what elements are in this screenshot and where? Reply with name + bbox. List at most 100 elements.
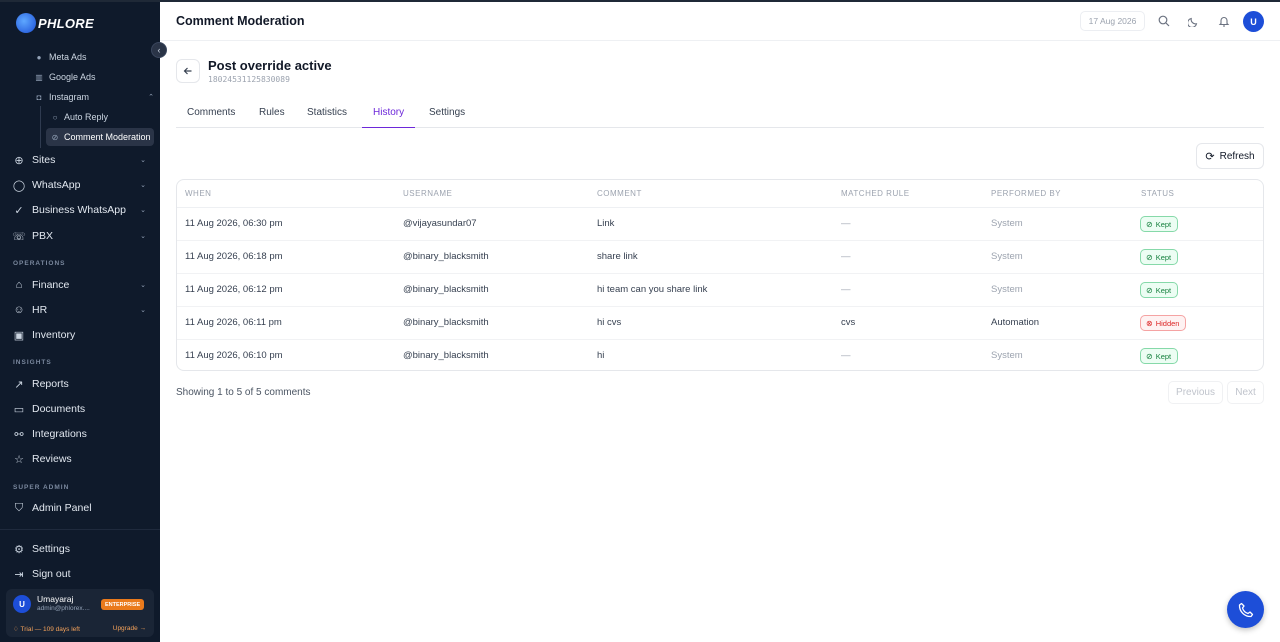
cell-performed-by: System [991,284,1023,295]
back-button[interactable] [176,59,200,83]
call-button[interactable] [1227,591,1264,628]
status-badge-label: Kept [1155,219,1172,229]
sidebar-item-label: Sign out [32,568,71,580]
sidebar-item-sign-out[interactable]: ⇥ Sign out [12,564,148,584]
status-badge: ⊘ Kept [1140,249,1179,265]
trend-icon: ↗ [14,378,24,391]
sidebar-item-reviews[interactable]: ☆ Reviews [12,449,148,469]
sidebar-item-whatsapp[interactable]: ◯ WhatsApp ⌄ [12,175,148,195]
cell-comment: hi [597,350,605,361]
sidebar-item-business-whatsapp[interactable]: ✓ Business WhatsApp ⌄ [12,200,148,220]
brand-name: PHLORE [38,15,94,31]
sidebar-item-meta-ads[interactable]: ● Meta Ads [34,48,87,66]
sidebar-item-label: Meta Ads [49,52,87,62]
cell-comment: hi cvs [597,317,622,328]
tab-statistics[interactable]: Statistics [296,107,358,128]
globe-icon: ⊕ [14,154,24,167]
previous-button[interactable]: Previous [1168,381,1223,404]
sidebar-item-finance[interactable]: ⌂ Finance ⌄ [12,275,148,295]
instagram-icon: ◘ [36,92,42,102]
cell-performed-by: Automation [991,317,1040,328]
table-row[interactable]: 11 Aug 2026, 06:10 pm @binary_blacksmith… [177,340,1263,370]
sidebar-item-sites[interactable]: ⊕ Sites ⌄ [12,150,148,170]
cell-performed-by: System [991,350,1023,361]
cell-when: 11 Aug 2026, 06:10 pm [185,350,283,361]
tab-history[interactable]: History [362,107,416,128]
sidebar-item-comment-moderation[interactable]: ⊘ Comment Moderation [46,128,154,146]
chat-bubble-icon: ◯ [12,179,26,192]
page-title: Comment Moderation [176,14,305,28]
section-label-operations: OPERATIONS [13,260,66,267]
sidebar-item-auto-reply[interactable]: ○ Auto Reply [46,108,154,126]
refresh-button[interactable]: ⟳ Refresh [1196,143,1264,169]
bell-icon[interactable] [1217,14,1231,28]
status-badge-label: Hidden [1155,318,1180,328]
shield-icon: ⛉ [14,501,24,514]
check-circle-icon: ⊘ [1146,351,1153,361]
eye-off-icon: ⊗ [1146,318,1153,328]
user-card[interactable]: U Umayaraj admin@phlorex.... ENTERPRISE … [6,589,154,637]
sidebar-item-label: Reviews [32,453,72,465]
cell-performed-by: System [991,218,1023,229]
sidebar-divider [0,529,160,530]
cell-matched-rule: — [841,350,851,361]
cell-username: @binary_blacksmith [403,350,489,361]
sidebar-item-label: Business WhatsApp [32,204,126,216]
sidebar-item-label: Settings [32,543,70,555]
table-row[interactable]: 11 Aug 2026, 06:12 pm @binary_blacksmith… [177,274,1263,307]
table-row[interactable]: 11 Aug 2026, 06:18 pm @binary_blacksmith… [177,241,1263,274]
cell-when: 11 Aug 2026, 06:18 pm [185,251,283,262]
chart-icon: ▥ [35,72,43,82]
history-table: WHEN USERNAME COMMENT MATCHED RULE PERFO… [176,179,1264,371]
meta-icon: ● [36,52,42,62]
check-circle-icon: ⊘ [1146,219,1153,229]
gear-icon: ⚙ [14,543,24,556]
date-chip[interactable]: 17 Aug 2026 [1080,11,1145,31]
table-row[interactable]: 11 Aug 2026, 06:30 pm @vijayasundar07 Li… [177,208,1263,241]
plug-icon: ⚯ [14,428,24,441]
cell-matched-rule: — [841,284,851,295]
sidebar-item-label: Instagram [49,92,90,102]
status-badge: ⊗ Hidden [1140,315,1187,331]
column-header-username: USERNAME [403,189,453,198]
tab-comments[interactable]: Comments [176,107,246,128]
star-icon: ☆ [14,453,24,466]
sidebar-item-settings[interactable]: ⚙ Settings [12,539,148,559]
chevron-up-icon: ⌃ [148,94,154,101]
sidebar-collapse-button[interactable]: ‹ [151,42,167,58]
phone-icon: ☏ [12,230,26,243]
tab-bar: Comments Rules Statistics History Settin… [176,102,1264,128]
sidebar-item-label: Comment Moderation [64,132,151,142]
search-icon[interactable] [1157,14,1171,28]
sidebar-item-label: Admin Panel [32,502,92,514]
sidebar-item-instagram[interactable]: ◘ Instagram ⌃ [34,88,154,106]
sidebar-item-label: Inventory [32,329,76,341]
sidebar-item-admin-panel[interactable]: ⛉ Admin Panel [12,498,148,518]
chevron-down-icon: ⌄ [140,157,146,164]
cell-matched-rule: — [841,251,851,262]
sidebar-item-integrations[interactable]: ⚯ Integrations [12,424,148,444]
sidebar-item-documents[interactable]: ▭ Documents [12,399,148,419]
table-row[interactable]: 11 Aug 2026, 06:11 pm @binary_blacksmith… [177,307,1263,340]
next-button[interactable]: Next [1227,381,1264,404]
pagination-summary: Showing 1 to 5 of 5 comments [176,387,311,398]
sidebar-item-hr[interactable]: ☺ HR ⌄ [12,300,148,320]
sidebar-item-reports[interactable]: ↗ Reports [12,374,148,394]
sidebar-item-pbx[interactable]: ☏ PBX ⌄ [12,226,148,246]
sidebar-item-inventory[interactable]: ▣ Inventory [12,325,148,345]
chevron-down-icon: ⌄ [140,233,146,240]
avatar[interactable]: U [1243,11,1264,32]
phone-icon [1238,602,1253,617]
brand-logo[interactable]: PHLORE [16,12,94,34]
sidebar-item-google-ads[interactable]: ▥ Google Ads [34,68,95,86]
column-header-matched-rule: MATCHED RULE [841,189,910,198]
upgrade-link[interactable]: Upgrade → [113,625,146,632]
chevron-down-icon: ⌄ [140,307,146,314]
cell-when: 11 Aug 2026, 06:11 pm [185,317,282,328]
tab-settings[interactable]: Settings [418,107,476,128]
tab-rules[interactable]: Rules [248,107,296,128]
tree-line [40,106,41,148]
moon-icon[interactable] [1187,14,1201,28]
section-label-insights: INSIGHTS [13,359,52,366]
refresh-icon: ⟳ [1205,150,1215,163]
